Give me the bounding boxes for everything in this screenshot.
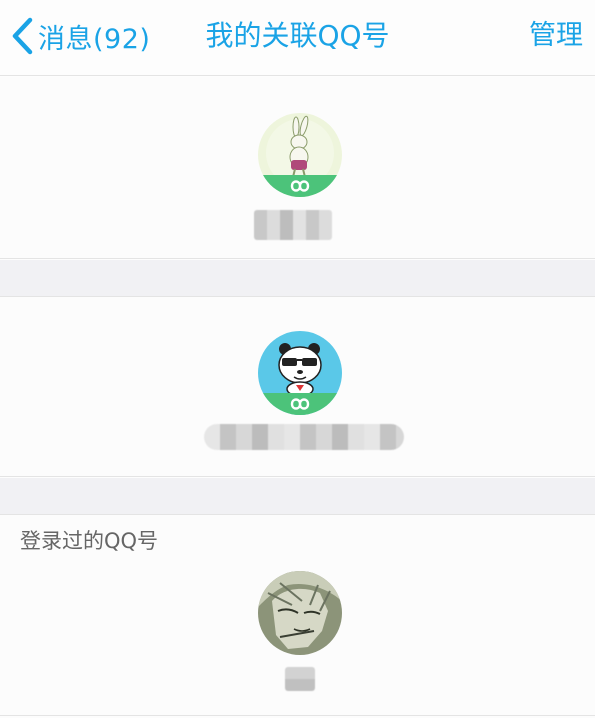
- chevron-left-icon: [12, 17, 33, 55]
- nav-bar: 消息(92) 我的关联QQ号 管理: [0, 0, 595, 76]
- account-name-redacted: [254, 210, 332, 240]
- section-label: 登录过的QQ号: [20, 529, 159, 553]
- manage-button[interactable]: 管理: [529, 16, 583, 56]
- linked-account-card[interactable]: [0, 77, 595, 259]
- avatar[interactable]: [258, 113, 342, 197]
- avatar[interactable]: [258, 571, 342, 655]
- rabbit-avatar-icon: [258, 113, 342, 197]
- back-button[interactable]: 消息(92): [10, 16, 150, 56]
- account-name-redacted: [204, 424, 404, 450]
- linked-account-card[interactable]: [0, 296, 595, 477]
- back-label: 消息(92): [38, 23, 151, 55]
- avatar[interactable]: [258, 331, 342, 415]
- panda-avatar-icon: [258, 331, 342, 415]
- manga-character-avatar-icon: [258, 571, 342, 655]
- divider: [0, 715, 595, 716]
- section-divider: [0, 260, 595, 296]
- account-name-redacted: [285, 667, 315, 691]
- page-title: 我的关联QQ号: [205, 19, 390, 52]
- section-divider: [0, 478, 595, 514]
- logged-in-accounts-section: 登录过的QQ号: [0, 514, 595, 718]
